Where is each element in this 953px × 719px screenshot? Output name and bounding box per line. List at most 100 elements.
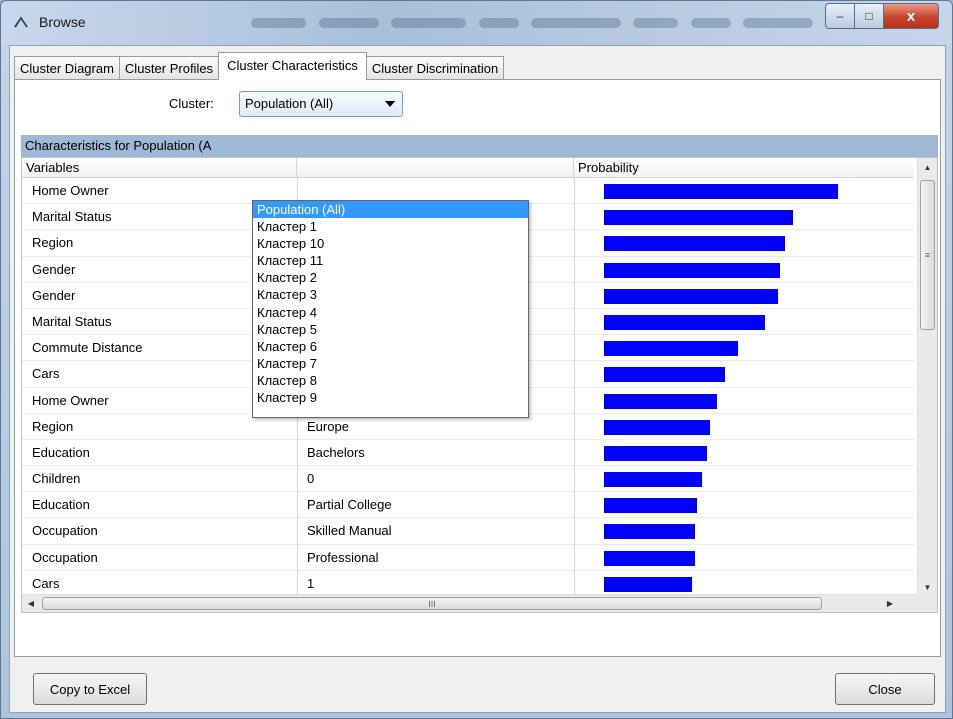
probability-bar <box>604 210 793 226</box>
dropdown-option[interactable]: Кластер 3 <box>253 286 528 303</box>
vertical-scrollbar[interactable]: ▲ ≡ ▼ <box>917 158 937 596</box>
cell-variable: Gender <box>32 287 76 303</box>
probability-bar <box>604 341 738 357</box>
probability-bar <box>604 550 695 566</box>
dropdown-option[interactable]: Кластер 1 <box>253 218 528 235</box>
cell-variable: Commute Distance <box>32 340 143 356</box>
cell-variable: Education <box>32 444 90 460</box>
table-row[interactable]: Children 0 <box>22 466 914 493</box>
scroll-up-icon[interactable]: ▲ <box>918 158 937 176</box>
tab-cluster-diagram[interactable]: Cluster Diagram <box>14 56 120 80</box>
dropdown-option[interactable]: Кластер 5 <box>253 321 528 338</box>
blurred-menu-2 <box>319 18 379 28</box>
grid-caption: Characteristics for Population (A <box>21 135 938 157</box>
probability-bar <box>604 184 838 199</box>
cell-variable: Gender <box>32 261 76 277</box>
dropdown-option[interactable]: Кластер 6 <box>253 338 528 355</box>
scroll-left-icon[interactable]: ◀ <box>22 595 40 612</box>
close-button[interactable]: Close <box>835 673 935 705</box>
cluster-select[interactable]: Population (All) <box>239 91 403 117</box>
probability-bar <box>604 498 697 514</box>
dropdown-option[interactable]: Кластер 10 <box>253 235 528 252</box>
tab-cluster-discrimination[interactable]: Cluster Discrimination <box>365 56 505 80</box>
cell-value: 1 <box>307 575 315 591</box>
scrollbar-corner <box>917 594 937 612</box>
blurred-menu-6 <box>633 18 678 28</box>
dropdown-arrow-icon <box>385 101 395 107</box>
browse-app-icon <box>14 16 28 28</box>
cluster-characteristics-panel: Cluster: Population (All) Characteristic… <box>14 79 941 657</box>
dropdown-option[interactable]: Кластер 4 <box>253 304 528 321</box>
horizontal-scrollbar[interactable]: ◀ III ▶ <box>22 594 919 612</box>
minimize-button[interactable]: – <box>825 3 855 29</box>
cell-variable: Region <box>32 418 74 434</box>
minimize-icon: – <box>836 9 844 23</box>
probability-bar <box>604 419 710 435</box>
column-header-probability[interactable]: Probability <box>574 158 914 178</box>
blurred-menu-8 <box>743 18 813 28</box>
tab-cluster-characteristics[interactable]: Cluster Characteristics <box>218 52 367 80</box>
cell-value: Bachelors <box>307 444 365 460</box>
vertical-scroll-thumb[interactable]: ≡ <box>920 180 935 330</box>
probability-bar <box>604 262 780 278</box>
cell-variable: Education <box>32 497 90 513</box>
tab-strip: Cluster Diagram Cluster Profiles Cluster… <box>14 52 505 80</box>
table-row[interactable]: Occupation Professional <box>22 545 914 571</box>
title-bar: Browse – □ x <box>1 1 952 45</box>
cell-value: Skilled Manual <box>307 523 392 539</box>
cell-variable: Marital Status <box>32 313 112 329</box>
column-divider <box>574 178 575 612</box>
blurred-menu-4 <box>479 18 519 28</box>
cell-variable: Home Owner <box>32 392 109 408</box>
browse-window: Browse – □ x Cluster Diagram Cluster Pro… <box>0 0 953 719</box>
window-title: Browse <box>39 14 86 30</box>
probability-bar <box>604 236 785 252</box>
probability-bar <box>604 314 765 330</box>
probability-bar <box>604 524 695 540</box>
dropdown-option[interactable]: Кластер 11 <box>253 252 528 269</box>
maximize-icon: □ <box>865 9 873 23</box>
probability-bar <box>604 445 707 461</box>
probability-bar <box>604 288 778 304</box>
cell-variable: Cars <box>32 366 60 382</box>
window-client-area: Cluster Diagram Cluster Profiles Cluster… <box>9 45 946 713</box>
blurred-menu-3 <box>391 18 466 28</box>
blurred-menu-1 <box>251 18 306 28</box>
cell-variable: Children <box>32 471 81 487</box>
dropdown-option[interactable]: Кластер 2 <box>253 269 528 286</box>
probability-bar <box>604 472 702 488</box>
table-row[interactable]: Occupation Skilled Manual <box>22 518 914 545</box>
table-row[interactable]: Education Partial College <box>22 492 914 519</box>
probability-bar <box>604 576 692 592</box>
cluster-select-value: Population (All) <box>245 96 334 111</box>
grid-header: Variables Probability <box>22 158 914 178</box>
maximize-button[interactable]: □ <box>854 3 884 29</box>
blurred-menu-5 <box>531 18 621 28</box>
cluster-dropdown-list: Population (All) Кластер 1 Кластер 10 Класт… <box>252 200 529 418</box>
dropdown-option[interactable]: Кластер 7 <box>253 355 528 372</box>
column-header-values[interactable] <box>297 158 574 178</box>
close-icon: x <box>906 7 916 25</box>
blurred-menu-7 <box>691 18 731 28</box>
cell-value: Professional <box>307 549 379 565</box>
table-row[interactable]: Education Bachelors <box>22 440 914 467</box>
cell-variable: Home Owner <box>32 183 109 198</box>
cell-variable: Cars <box>32 575 60 591</box>
probability-bar <box>604 367 725 383</box>
cell-variable: Occupation <box>32 549 98 565</box>
dropdown-option[interactable]: Кластер 8 <box>253 372 528 389</box>
copy-to-excel-button[interactable]: Copy to Excel <box>33 673 147 705</box>
cell-variable: Region <box>32 235 74 251</box>
scroll-right-icon[interactable]: ▶ <box>881 595 899 612</box>
cell-value: Partial College <box>307 497 392 513</box>
dropdown-option[interactable]: Кластер 9 <box>253 389 528 406</box>
cell-value: 0 <box>307 471 315 487</box>
column-header-variables[interactable]: Variables <box>22 158 297 178</box>
dropdown-option[interactable]: Population (All) <box>253 201 528 219</box>
probability-bar <box>604 393 717 409</box>
close-window-button[interactable]: x <box>883 3 939 29</box>
horizontal-scroll-thumb[interactable]: III <box>42 597 822 610</box>
tab-cluster-profiles[interactable]: Cluster Profiles <box>118 56 220 80</box>
cell-variable: Occupation <box>32 523 98 539</box>
cluster-label: Cluster: <box>169 96 214 111</box>
